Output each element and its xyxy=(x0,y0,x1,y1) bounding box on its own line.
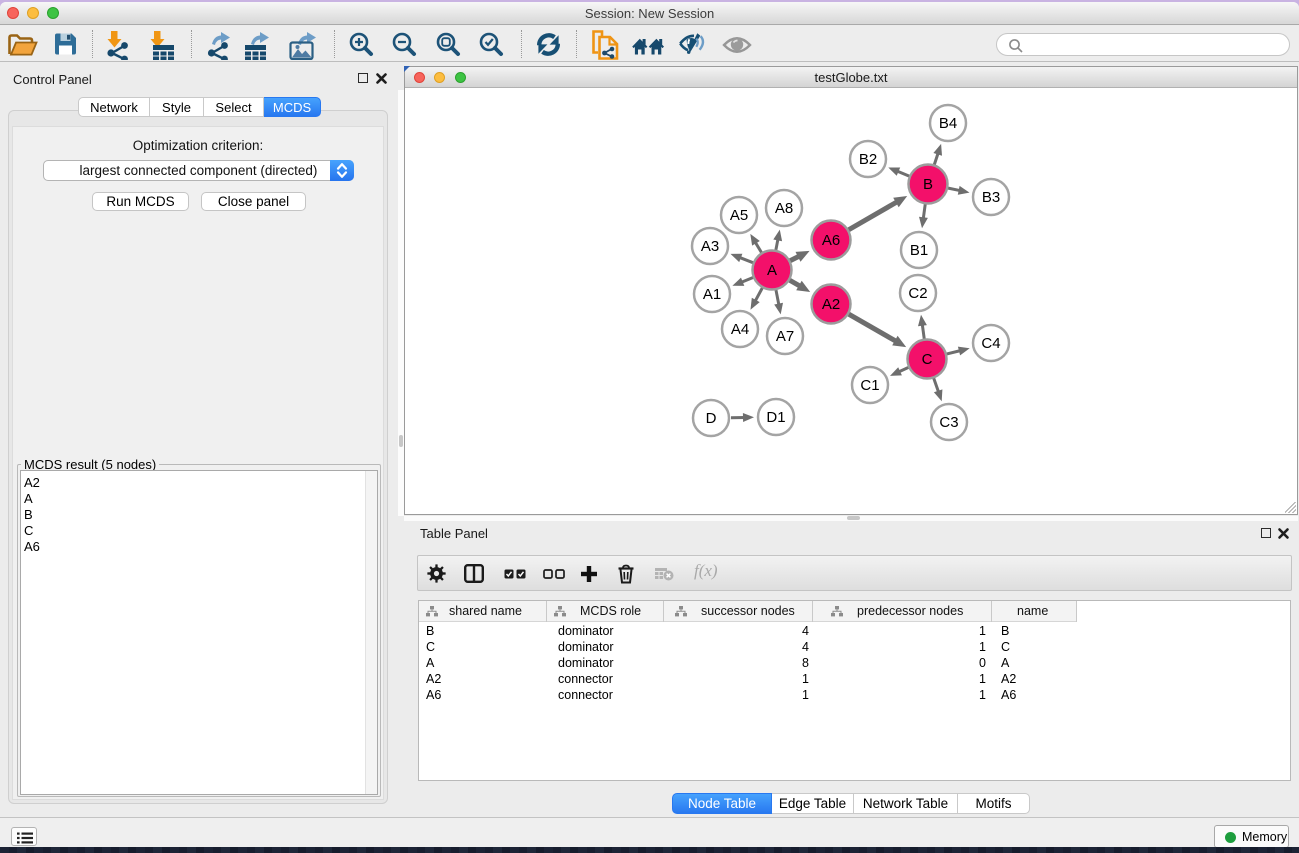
svg-text:C1: C1 xyxy=(860,377,879,394)
svg-text:C: C xyxy=(922,351,933,368)
svg-text:A5: A5 xyxy=(730,207,748,224)
svg-text:A4: A4 xyxy=(731,321,749,338)
svg-text:B4: B4 xyxy=(939,115,957,132)
svg-text:C2: C2 xyxy=(908,285,927,302)
svg-text:D: D xyxy=(706,410,717,427)
svg-text:B: B xyxy=(923,176,933,193)
svg-text:B3: B3 xyxy=(982,189,1000,206)
svg-text:C3: C3 xyxy=(939,414,958,431)
svg-text:B2: B2 xyxy=(859,151,877,168)
svg-text:A8: A8 xyxy=(775,200,793,217)
svg-text:A1: A1 xyxy=(703,286,721,303)
svg-text:B1: B1 xyxy=(910,242,928,259)
svg-text:A7: A7 xyxy=(776,328,794,345)
svg-text:C4: C4 xyxy=(981,335,1000,352)
svg-text:D1: D1 xyxy=(766,409,785,426)
svg-text:A: A xyxy=(767,262,777,279)
svg-text:A2: A2 xyxy=(822,296,840,313)
svg-text:A6: A6 xyxy=(822,232,840,249)
svg-text:A3: A3 xyxy=(701,238,719,255)
